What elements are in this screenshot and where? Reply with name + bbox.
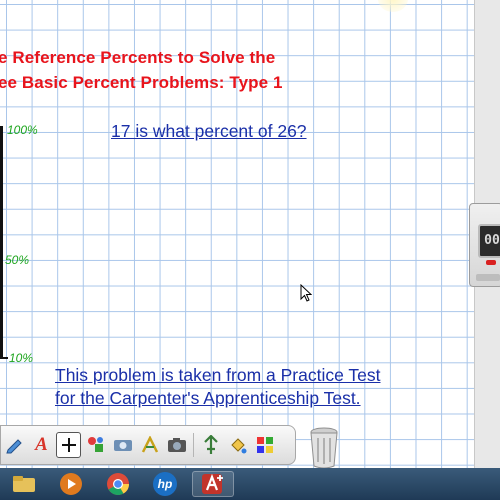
fill-tool-icon[interactable] [225,432,250,458]
note-line-2: for the Carpenter's Apprenticeship Test. [55,388,361,408]
question-text: 17 is what percent of 26? [111,121,307,141]
timer-base [476,274,500,281]
title-line-1: e Reference Percents to Solve the [0,48,276,67]
mouse-cursor-icon [300,284,312,302]
pen-icon[interactable] [2,432,27,458]
recognize-text-icon[interactable] [137,432,162,458]
text-tool-glyph: A [35,434,48,455]
hp-label: hp [153,472,177,496]
note-line-1: This problem is taken from a Practice Te… [55,365,381,385]
title-line-2: ee Basic Percent Problems: Type 1 [0,73,283,92]
windows-explorer-icon[interactable] [3,471,45,497]
tick-10 [0,357,8,359]
trash-can-icon[interactable] [307,426,341,470]
chrome-icon[interactable] [97,471,139,497]
text-tool-icon[interactable]: A [29,432,54,458]
whiteboard-canvas[interactable]: e Reference Percents to Solve the ee Bas… [0,0,474,468]
hp-icon[interactable]: hp [144,471,186,497]
color-palette-icon[interactable] [252,432,277,458]
taskbar: hp [0,468,500,500]
shapes-icon[interactable] [83,432,108,458]
percent-label-10: 10% [9,351,34,365]
timer-gadget[interactable]: 00 [469,203,500,287]
timer-indicator [486,260,496,265]
media-player-icon[interactable] [50,471,92,497]
smart-notebook-icon[interactable] [192,471,234,497]
select-cross-icon[interactable] [56,432,81,458]
screen-capture-icon[interactable] [110,432,135,458]
timer-display: 00 [478,224,500,258]
floating-toolbar: A [0,425,296,465]
move-tool-icon[interactable] [198,432,223,458]
highlight-glow [378,0,408,12]
percent-scale-line [0,126,3,358]
toolbar-divider [193,433,194,457]
camera-icon[interactable] [164,432,189,458]
percent-label-100: 100% [7,123,38,137]
percent-label-50: 50% [5,253,30,267]
